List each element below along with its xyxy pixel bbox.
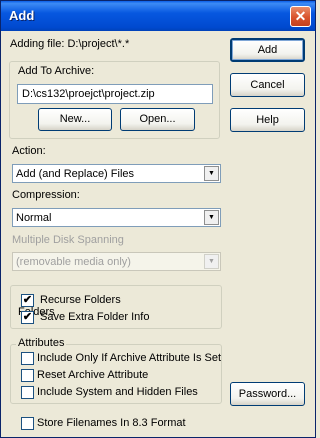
system-hidden-files-label[interactable]: Include System and Hidden Files: [37, 386, 198, 398]
compression-select[interactable]: Normal ▼: [12, 208, 221, 227]
close-icon[interactable]: ✕: [295, 8, 307, 24]
recurse-folders-label[interactable]: Recurse Folders: [40, 294, 121, 306]
spanning-label: Multiple Disk Spanning: [12, 234, 124, 246]
cancel-button[interactable]: Cancel: [230, 73, 305, 97]
check-icon: ✔: [22, 294, 33, 306]
dropdown-arrow-icon: ▼: [204, 254, 219, 269]
new-archive-button[interactable]: New...: [38, 108, 112, 131]
system-hidden-files-checkbox[interactable]: [21, 386, 34, 399]
store-83-label[interactable]: Store Filenames In 8.3 Format: [37, 417, 186, 429]
spanning-select-value: (removable media only): [16, 256, 131, 268]
action-select-value: Add (and Replace) Files: [16, 168, 135, 180]
title-bar[interactable]: Add ✕: [1, 1, 315, 31]
reset-archive-attribute-checkbox[interactable]: [21, 369, 34, 382]
attributes-group-label: Attributes: [16, 337, 67, 349]
compression-label: Compression:: [12, 189, 80, 201]
window-title: Add: [9, 8, 35, 23]
archive-attribute-only-label[interactable]: Include Only If Archive Attribute Is Set: [37, 352, 221, 364]
open-archive-button[interactable]: Open...: [120, 108, 195, 131]
store-83-checkbox[interactable]: [21, 417, 34, 430]
recurse-folders-checkbox[interactable]: ✔: [21, 294, 34, 307]
dropdown-arrow-icon[interactable]: ▼: [204, 210, 219, 225]
adding-file-label: Adding file: D:\project\*.*: [10, 38, 130, 50]
spanning-select: (removable media only) ▼: [12, 252, 221, 271]
check-icon: ✔: [22, 311, 33, 323]
save-folder-info-checkbox[interactable]: ✔: [21, 311, 34, 324]
archive-path-input[interactable]: D:\cs132\proejct\project.zip: [17, 84, 213, 104]
close-button[interactable]: ✕: [290, 6, 311, 27]
action-label: Action:: [12, 145, 46, 157]
save-folder-info-label[interactable]: Save Extra Folder Info: [40, 311, 149, 323]
archive-attribute-only-checkbox[interactable]: [21, 352, 34, 365]
help-button[interactable]: Help: [230, 108, 305, 132]
archive-group-label: Add To Archive:: [18, 65, 95, 77]
compression-select-value: Normal: [16, 212, 52, 224]
reset-archive-attribute-label[interactable]: Reset Archive Attribute: [37, 369, 148, 381]
dropdown-arrow-icon[interactable]: ▼: [204, 166, 219, 181]
add-button[interactable]: Add: [230, 38, 305, 62]
action-select[interactable]: Add (and Replace) Files ▼: [12, 164, 221, 183]
add-dialog: Add ✕ Adding file: D:\project\*.* Add To…: [0, 0, 316, 438]
password-button[interactable]: Password...: [230, 382, 305, 406]
